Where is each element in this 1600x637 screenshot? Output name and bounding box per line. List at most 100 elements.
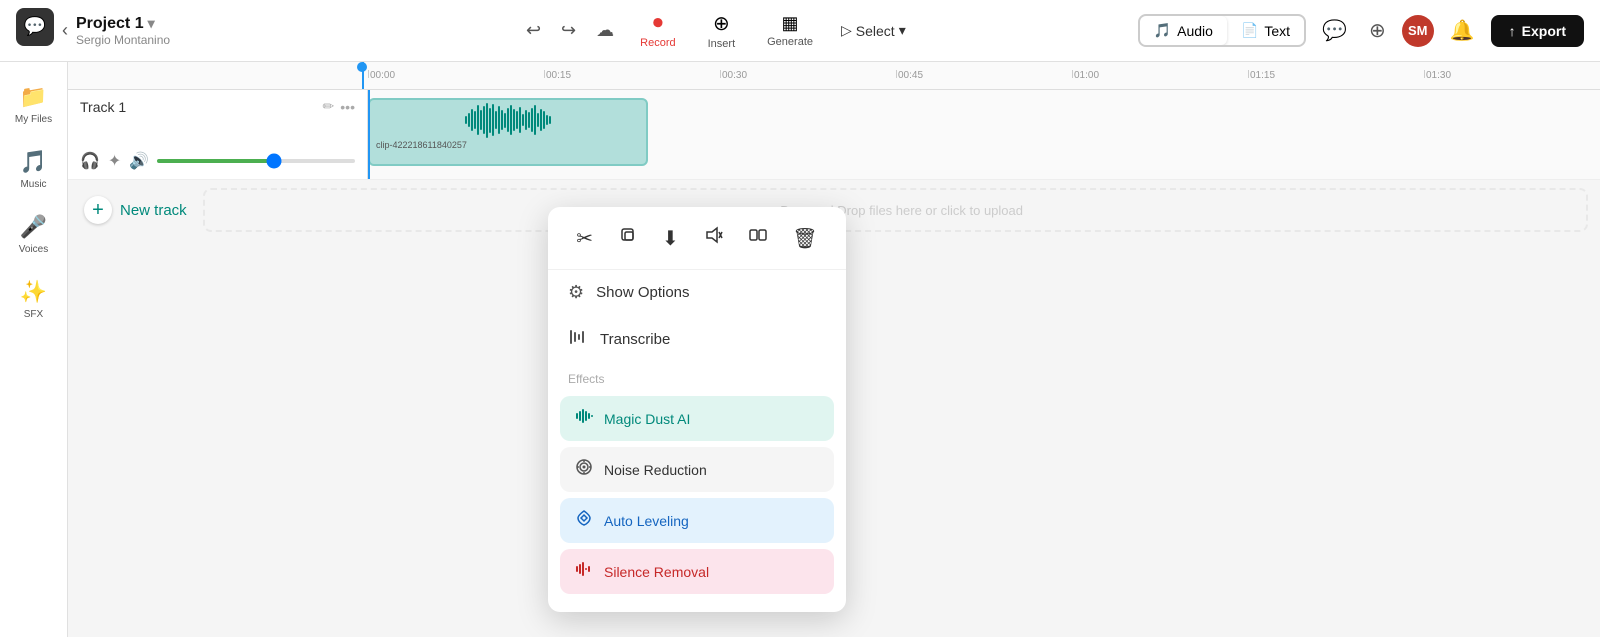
waveform: [370, 100, 646, 140]
select-label: Select: [856, 23, 895, 39]
cut-button[interactable]: ✂: [568, 222, 601, 255]
new-track-label: New track: [120, 202, 187, 219]
insert-icon: ⊕: [713, 11, 730, 36]
redo-button[interactable]: ↪: [555, 14, 582, 47]
insert-button[interactable]: ⊕ Insert: [696, 7, 748, 54]
record-button[interactable]: ⏺ Record: [628, 8, 687, 53]
effects-label: Effects: [548, 364, 846, 390]
ruler-mark-5: 01:15: [1248, 70, 1424, 81]
duplicate-icon: [618, 225, 638, 245]
volume-button[interactable]: 🔊: [129, 151, 149, 171]
audio-clip-1[interactable]: clip-422218611840257: [368, 98, 648, 166]
track-more-button[interactable]: •••: [340, 98, 355, 115]
noise-reduction-label: Noise Reduction: [604, 462, 707, 478]
track-1-controls: 🎧 ✦ 🔊: [80, 151, 355, 171]
transcribe-label: Transcribe: [600, 331, 670, 348]
transcribe-icon: [568, 327, 588, 352]
track-1-name: Track 1: [80, 99, 126, 115]
notification-button[interactable]: 🔔: [1444, 12, 1481, 49]
track-1-content: clip-422218611840257: [368, 90, 1600, 179]
ruler-mark-1: 00:15: [544, 70, 720, 81]
track-area: 00:00 00:15 00:30 00:45 01:00 01:15 01:3…: [68, 62, 1600, 637]
select-button[interactable]: ▷ Select ▾: [833, 18, 914, 43]
magic-dust-button[interactable]: Magic Dust AI: [560, 396, 834, 441]
sidebar-item-myfiles[interactable]: 📁 My Files: [4, 74, 64, 135]
export-label: Export: [1522, 23, 1566, 39]
transcribe-item[interactable]: Transcribe: [548, 315, 846, 364]
undo-button[interactable]: ↩: [520, 14, 547, 47]
noise-svg: [574, 457, 594, 477]
sidebar-item-sfx[interactable]: ✨ SFX: [4, 269, 64, 330]
mute-button[interactable]: [695, 221, 731, 255]
header: 💬 ‹ Project 1 ▾ Sergio Montanino ↩ ↪ ☁ ⏺…: [0, 0, 1600, 62]
voices-icon: 🎤: [20, 214, 47, 240]
download-button[interactable]: ⬇: [654, 222, 687, 255]
magic-button[interactable]: ✦: [108, 151, 121, 171]
avatar: SM: [1402, 15, 1434, 47]
cloud-save-button[interactable]: ☁: [590, 14, 620, 47]
music-icon: 🎵: [20, 149, 47, 175]
magic-dust-icon: [574, 406, 594, 431]
auto-leveling-label: Auto Leveling: [604, 513, 689, 529]
silence-removal-label: Silence Removal: [604, 564, 709, 580]
project-title-text: Project 1: [76, 15, 144, 33]
silence-removal-button[interactable]: Silence Removal: [560, 549, 834, 594]
sfx-icon: ✨: [20, 279, 47, 305]
new-track-button[interactable]: + New track: [68, 188, 203, 232]
show-options-item[interactable]: ⚙ Show Options: [548, 270, 846, 315]
track-1-label: Track 1 ✏ ••• 🎧 ✦ 🔊: [68, 90, 368, 179]
duplicate-button[interactable]: [610, 221, 646, 255]
ruler-mark-3: 00:45: [896, 70, 1072, 81]
show-options-label: Show Options: [596, 284, 689, 301]
transcribe-svg-icon: [568, 327, 588, 347]
new-track-icon: +: [84, 196, 112, 224]
sidebar-voices-label: Voices: [19, 244, 48, 255]
headphone-button[interactable]: 🎧: [80, 151, 100, 171]
main: 📁 My Files 🎵 Music 🎤 Voices ✨ SFX 00:00 …: [0, 62, 1600, 637]
audio-mode-label: Audio: [1177, 23, 1213, 39]
insert-label: Insert: [708, 38, 736, 50]
ruler-mark-2: 00:30: [720, 70, 896, 81]
clip-label: clip-422218611840257: [370, 140, 646, 152]
text-mode-label: Text: [1264, 23, 1290, 39]
sidebar: 📁 My Files 🎵 Music 🎤 Voices ✨ SFX: [0, 62, 68, 637]
mute-icon: [703, 225, 723, 245]
ruler-mark-4: 01:00: [1072, 70, 1248, 81]
sidebar-sfx-label: SFX: [24, 309, 43, 320]
sidebar-item-voices[interactable]: 🎤 Voices: [4, 204, 64, 265]
upload-area[interactable]: ↑ Drag and Drop files here or click to u…: [203, 188, 1588, 232]
generate-button[interactable]: ▦ Generate: [755, 9, 825, 52]
back-button[interactable]: ‹: [62, 20, 68, 41]
chat-button[interactable]: 💬: [1316, 12, 1353, 49]
record-label: Record: [640, 37, 675, 49]
brand-icon: 💬: [16, 8, 54, 46]
header-right: 🎵 Audio 📄 Text 💬 ⊕ SM 🔔 ↑ Export: [1138, 12, 1584, 49]
noise-reduction-button[interactable]: Noise Reduction: [560, 447, 834, 492]
ruler-marks: 00:00 00:15 00:30 00:45 01:00 01:15 01:3…: [368, 70, 1600, 81]
silence-svg: [574, 559, 594, 579]
auto-leveling-button[interactable]: Auto Leveling: [560, 498, 834, 543]
export-icon: ↑: [1509, 23, 1516, 39]
sidebar-music-label: Music: [20, 179, 46, 190]
record-icon: ⏺: [653, 12, 663, 35]
sidebar-item-music[interactable]: 🎵 Music: [4, 139, 64, 200]
magic-dust-svg: [574, 406, 594, 426]
generate-icon: ▦: [782, 13, 799, 34]
split-button[interactable]: [740, 221, 776, 255]
select-icon: ▷: [841, 22, 852, 39]
export-button[interactable]: ↑ Export: [1491, 15, 1584, 47]
magic-dust-label: Magic Dust AI: [604, 411, 690, 427]
delete-button[interactable]: 🗑: [784, 222, 825, 255]
add-button[interactable]: ⊕: [1363, 12, 1392, 49]
volume-slider[interactable]: [157, 159, 355, 163]
header-left: 💬 ‹ Project 1 ▾ Sergio Montanino: [16, 8, 296, 54]
project-dropdown-icon[interactable]: ▾: [148, 15, 155, 32]
timeline-ruler: 00:00 00:15 00:30 00:45 01:00 01:15 01:3…: [68, 62, 1600, 90]
silence-removal-icon: [574, 559, 594, 584]
myfiles-icon: 📁: [20, 84, 47, 110]
audio-mode-button[interactable]: 🎵 Audio: [1140, 16, 1227, 45]
generate-label: Generate: [767, 36, 813, 48]
text-mode-button[interactable]: 📄 Text: [1227, 16, 1304, 45]
audio-mode-icon: 🎵: [1154, 22, 1171, 39]
track-edit-button[interactable]: ✏: [323, 98, 335, 115]
